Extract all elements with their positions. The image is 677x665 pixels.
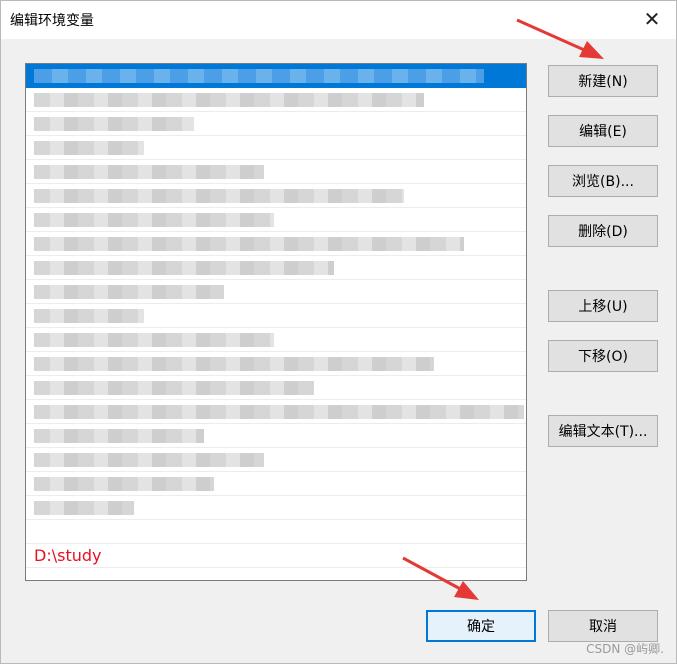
- title-bar: 编辑环境变量 ✕: [1, 1, 676, 39]
- edit-text-button[interactable]: 编辑文本(T)...: [548, 415, 658, 447]
- redacted-entry: [34, 189, 404, 203]
- list-item[interactable]: [26, 112, 526, 136]
- new-button[interactable]: 新建(N): [548, 65, 658, 97]
- list-item[interactable]: [26, 208, 526, 232]
- redacted-entry: [34, 429, 204, 443]
- redacted-entry: [34, 381, 314, 395]
- redacted-entry: [34, 477, 214, 491]
- redacted-entry: [34, 333, 274, 347]
- list-item[interactable]: [26, 160, 526, 184]
- list-item[interactable]: [26, 520, 526, 544]
- delete-button[interactable]: 删除(D): [548, 215, 658, 247]
- redacted-entry: [34, 237, 464, 251]
- redacted-entry: [34, 357, 434, 371]
- browse-button[interactable]: 浏览(B)...: [548, 165, 658, 197]
- move-down-button[interactable]: 下移(O): [548, 340, 658, 372]
- redacted-entry: [34, 69, 484, 83]
- list-item-selected[interactable]: [26, 64, 526, 88]
- list-item[interactable]: [26, 88, 526, 112]
- list-item[interactable]: [26, 400, 526, 424]
- watermark: CSDN @屿卿.: [586, 642, 664, 656]
- list-item[interactable]: [26, 496, 526, 520]
- dialog-title: 编辑环境变量: [10, 13, 94, 29]
- list-item[interactable]: [26, 232, 526, 256]
- ok-button[interactable]: 确定: [426, 610, 536, 642]
- redacted-entry: [34, 261, 334, 275]
- redacted-entry: [34, 213, 274, 227]
- list-item[interactable]: [26, 328, 526, 352]
- list-item[interactable]: [26, 472, 526, 496]
- path-entries-list[interactable]: D:\study: [25, 63, 527, 581]
- edit-environment-variable-dialog: 编辑环境变量 ✕ D:\study 新建(N) 编辑(E) 浏览(B)... 删…: [0, 0, 677, 664]
- redacted-entry: [34, 501, 134, 515]
- close-icon: ✕: [643, 7, 661, 31]
- cancel-button[interactable]: 取消: [548, 610, 658, 642]
- redacted-entry: [34, 93, 424, 107]
- list-item-new-entry[interactable]: D:\study: [26, 544, 526, 568]
- redacted-entry: [34, 117, 194, 131]
- redacted-entry: [34, 141, 144, 155]
- redacted-entry: [34, 165, 264, 179]
- list-item[interactable]: [26, 184, 526, 208]
- list-item[interactable]: [26, 448, 526, 472]
- new-entry-text: D:\study: [34, 546, 102, 565]
- redacted-entry: [34, 285, 224, 299]
- redacted-entry: [34, 453, 264, 467]
- list-item[interactable]: [26, 136, 526, 160]
- move-up-button[interactable]: 上移(U): [548, 290, 658, 322]
- list-item[interactable]: [26, 304, 526, 328]
- redacted-entry: [34, 405, 524, 419]
- list-item[interactable]: [26, 256, 526, 280]
- list-item[interactable]: [26, 352, 526, 376]
- close-button[interactable]: ✕: [632, 3, 672, 35]
- list-item[interactable]: [26, 280, 526, 304]
- redacted-entry: [34, 309, 144, 323]
- list-item[interactable]: [26, 376, 526, 400]
- list-item[interactable]: [26, 424, 526, 448]
- edit-button[interactable]: 编辑(E): [548, 115, 658, 147]
